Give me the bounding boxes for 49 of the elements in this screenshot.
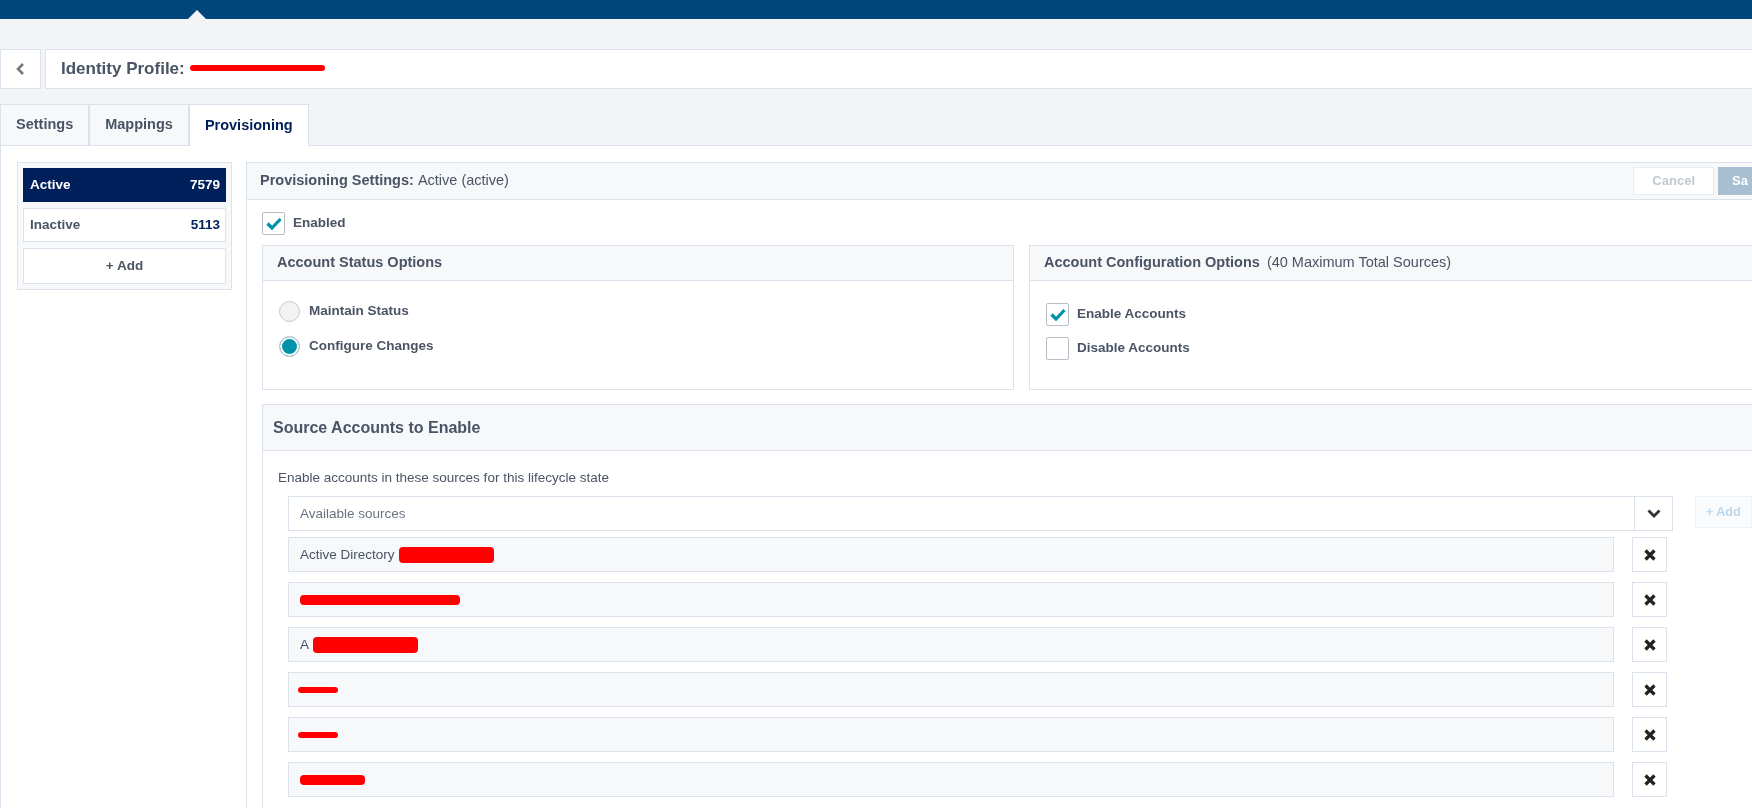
redaction-mark bbox=[298, 686, 338, 693]
panel-title: Account Configuration Options bbox=[1044, 253, 1260, 273]
state-name: Inactive bbox=[30, 215, 81, 234]
checkbox-label: Enable Accounts bbox=[1077, 305, 1187, 324]
radio-label: Maintain Status bbox=[309, 302, 409, 321]
settings-title: Provisioning Settings: bbox=[260, 171, 414, 191]
lifecycle-state-item[interactable]: Inactive 5113 bbox=[23, 208, 226, 242]
add-state-button[interactable]: + Add bbox=[23, 248, 226, 284]
remove-button[interactable] bbox=[1632, 672, 1667, 708]
radio-button[interactable] bbox=[279, 301, 300, 322]
checkbox[interactable] bbox=[1046, 303, 1069, 326]
close-icon bbox=[1643, 773, 1656, 786]
chevron-down-icon bbox=[1646, 509, 1661, 519]
panel-title: Source Accounts to Enable bbox=[273, 417, 481, 438]
redaction-mark bbox=[300, 774, 365, 785]
remove-button[interactable] bbox=[1632, 582, 1667, 618]
checkbox-label: Enabled bbox=[293, 214, 346, 233]
checkbox-label: Disable Accounts bbox=[1077, 339, 1190, 358]
remove-button[interactable] bbox=[1632, 762, 1667, 798]
close-icon bbox=[1643, 638, 1656, 651]
radio-button[interactable] bbox=[279, 336, 300, 357]
source-name: Active Directory bbox=[300, 545, 395, 564]
profile-label: Identity Profile: bbox=[61, 58, 185, 81]
close-icon bbox=[1643, 548, 1656, 561]
enabled-checkbox[interactable] bbox=[262, 212, 285, 235]
tab[interactable]: Provisioning bbox=[188, 104, 309, 146]
close-icon bbox=[1643, 593, 1656, 606]
close-icon bbox=[1643, 728, 1656, 741]
remove-button[interactable] bbox=[1632, 717, 1667, 753]
tab[interactable]: Settings bbox=[0, 104, 90, 145]
state-name: Active bbox=[30, 175, 71, 194]
description-text: Enable accounts in these sources for this lifecycle state bbox=[278, 470, 609, 485]
remove-button[interactable] bbox=[1632, 627, 1667, 663]
lifecycle-state-item[interactable]: Active 7579 bbox=[23, 168, 226, 202]
redaction-mark bbox=[298, 731, 338, 738]
back-icon bbox=[16, 63, 25, 75]
settings-subtitle: Active (active) bbox=[417, 171, 509, 191]
checkbox[interactable] bbox=[1046, 337, 1069, 360]
state-count: 5113 bbox=[190, 215, 220, 234]
tab[interactable]: Mappings bbox=[89, 104, 189, 145]
panel-title: Account Status Options bbox=[277, 253, 443, 273]
source-name: A bbox=[300, 635, 309, 654]
remove-button[interactable] bbox=[1632, 537, 1667, 573]
check-icon bbox=[265, 217, 282, 230]
radio-label: Configure Changes bbox=[309, 337, 434, 356]
state-count: 7579 bbox=[189, 175, 220, 194]
check-icon bbox=[1049, 308, 1066, 321]
close-icon bbox=[1643, 683, 1656, 696]
panel-note: (40 Maximum Total Sources) bbox=[1266, 253, 1452, 273]
